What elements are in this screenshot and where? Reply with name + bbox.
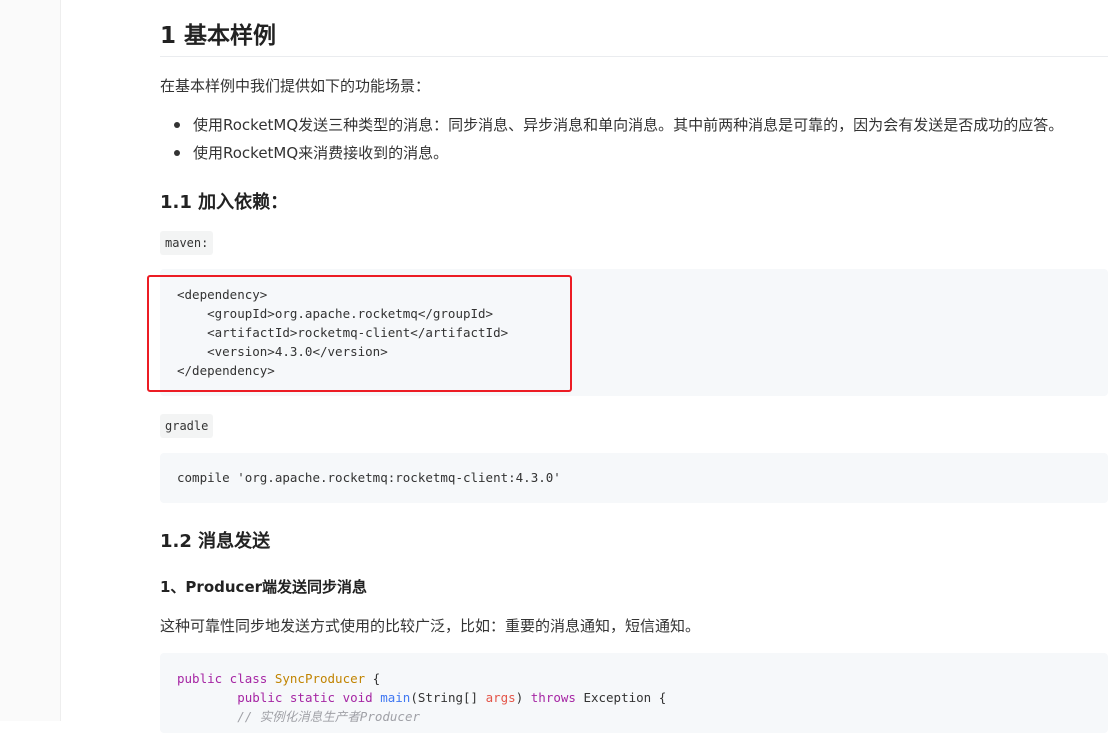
code-line: // 实例化消息生产者Producer <box>237 709 421 724</box>
left-gutter <box>0 0 61 721</box>
maven-label: maven: <box>160 231 214 255</box>
description-paragraph: 这种可靠性同步地发送方式使用的比较广泛，比如：重要的消息通知，短信通知。 <box>160 617 701 635</box>
code-line: public static void main(String[] args) t… <box>237 690 667 705</box>
feature-list: 使用RocketMQ发送三种类型的消息：同步消息、异步消息和单向消息。其中前两种… <box>174 115 1063 171</box>
section-heading-1-2: 1.2 消息发送 <box>160 531 271 552</box>
java-code-block[interactable]: public class SyncProducer { public stati… <box>160 653 1108 733</box>
code-line: public class SyncProducer { <box>177 671 381 686</box>
list-item: 使用RocketMQ发送三种类型的消息：同步消息、异步消息和单向消息。其中前两种… <box>174 115 1063 143</box>
red-highlight-box <box>147 275 572 392</box>
gradle-code-block[interactable]: compile 'org.apache.rocketmq:rocketmq-cl… <box>160 453 1108 503</box>
section-heading-1-1: 1.1 加入依赖： <box>160 192 289 213</box>
intro-paragraph: 在基本样例中我们提供如下的功能场景： <box>160 77 431 95</box>
page-title: 1 基本样例 <box>160 16 1108 57</box>
subsection-heading: 1、Producer端发送同步消息 <box>160 578 368 596</box>
java-code: public class SyncProducer { public stati… <box>160 653 1108 726</box>
gradle-label: gradle <box>160 414 214 438</box>
gradle-code: compile 'org.apache.rocketmq:rocketmq-cl… <box>177 470 561 485</box>
list-item: 使用RocketMQ来消费接收到的消息。 <box>174 143 1063 171</box>
